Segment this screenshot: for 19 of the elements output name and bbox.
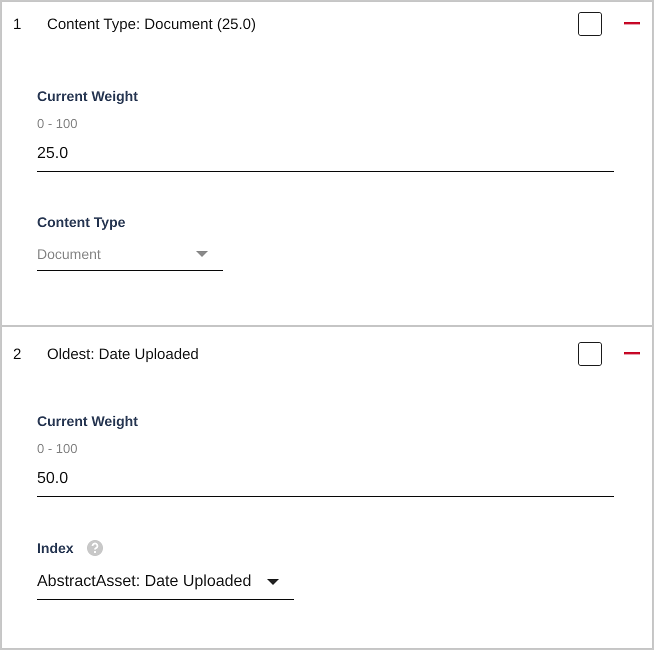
range-hint: 0 - 100 [37,116,78,131]
caret-icon [196,251,208,257]
field-label: Index [37,540,74,556]
checkbox[interactable] [578,12,602,36]
rule-title: Oldest: Date Uploaded [47,346,200,362]
rule-title: Content Type: Document (25.0) [47,16,258,32]
field-label: Current Weight [37,88,138,104]
range-hint: 0 - 100 [37,441,78,456]
caret-icon [267,579,280,585]
rule-number: 2 [13,346,22,362]
weight-input[interactable]: 50.0 [37,456,614,497]
field-label: Content Type [37,214,126,230]
weight-input[interactable]: 25.0 [37,131,614,172]
checkbox[interactable] [578,342,602,366]
rule-number: 1 [13,16,22,32]
remove-icon[interactable] [624,22,640,26]
select-dropdown[interactable]: AbstractAsset: Date Uploaded [37,557,294,600]
remove-icon[interactable] [624,352,640,356]
field-label: Current Weight [37,413,138,429]
